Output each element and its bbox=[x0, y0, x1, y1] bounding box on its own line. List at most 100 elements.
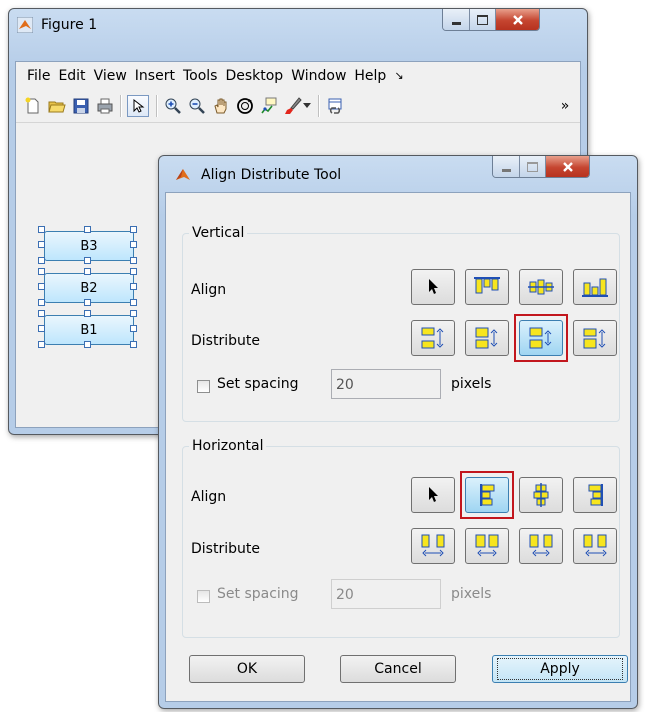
selection-handle[interactable] bbox=[38, 341, 45, 348]
save-icon[interactable] bbox=[70, 95, 92, 117]
vertical-distribute-bottom-button[interactable] bbox=[573, 320, 617, 356]
vertical-distribute-top-button[interactable] bbox=[411, 320, 455, 356]
figure-titlebar[interactable]: Figure 1 bbox=[9, 9, 587, 43]
selection-handle[interactable] bbox=[84, 341, 91, 348]
close-button[interactable] bbox=[496, 9, 539, 30]
horizontal-distribute-right-button[interactable] bbox=[573, 528, 617, 564]
selection-handle[interactable] bbox=[84, 226, 91, 233]
dialog-maximize-button[interactable] bbox=[520, 156, 546, 177]
figure-menubar: File Edit View Insert Tools Desktop Wind… bbox=[16, 62, 580, 90]
figure-toolbar: » bbox=[16, 90, 580, 123]
cancel-button[interactable]: Cancel bbox=[340, 655, 456, 683]
selection-handle[interactable] bbox=[130, 283, 137, 290]
vertical-set-spacing-label[interactable]: Set spacing bbox=[217, 376, 299, 392]
horizontal-distribute-gap-button[interactable] bbox=[519, 528, 563, 564]
horizontal-group: Horizontal Align Distribute Set spacing … bbox=[182, 438, 620, 638]
menu-window[interactable]: Window bbox=[287, 62, 350, 90]
cancel-button-label: Cancel bbox=[374, 661, 422, 677]
selection-handle[interactable] bbox=[130, 226, 137, 233]
selection-handle[interactable] bbox=[38, 299, 45, 306]
distribute-vertical-icon bbox=[421, 327, 444, 349]
horizontal-distribute-label: Distribute bbox=[191, 541, 260, 557]
zoom-in-icon[interactable] bbox=[162, 95, 184, 117]
vertical-align-top-button[interactable] bbox=[465, 269, 509, 305]
menu-overflow-icon[interactable]: ↘ bbox=[390, 62, 407, 90]
selection-handle[interactable] bbox=[130, 299, 137, 306]
minimize-icon bbox=[501, 169, 511, 172]
horizontal-align-center-button[interactable] bbox=[519, 477, 563, 513]
selection-handle[interactable] bbox=[130, 257, 137, 264]
selection-handle[interactable] bbox=[84, 299, 91, 306]
selection-handle[interactable] bbox=[38, 257, 45, 264]
print-icon[interactable] bbox=[94, 95, 116, 117]
vertical-align-none-button[interactable] bbox=[411, 269, 455, 305]
selection-handle[interactable] bbox=[130, 341, 137, 348]
brush-dropdown-icon[interactable] bbox=[302, 95, 312, 117]
menu-edit[interactable]: Edit bbox=[54, 62, 89, 90]
menu-view[interactable]: View bbox=[90, 62, 131, 90]
minimize-button[interactable] bbox=[443, 9, 470, 30]
matlab-logo-icon bbox=[16, 16, 34, 34]
brush-icon[interactable] bbox=[282, 95, 304, 117]
rotate-3d-icon[interactable] bbox=[234, 95, 256, 117]
vertical-group: Vertical Align Distribute Set spacing 20… bbox=[182, 225, 620, 422]
selection-handle[interactable] bbox=[38, 310, 45, 317]
horizontal-spacing-input[interactable]: 20 bbox=[331, 579, 441, 609]
horizontal-distribute-left-button[interactable] bbox=[411, 528, 455, 564]
align-right-icon bbox=[588, 484, 603, 506]
selection-handle[interactable] bbox=[84, 268, 91, 275]
open-file-icon[interactable] bbox=[46, 95, 68, 117]
menu-insert[interactable]: Insert bbox=[131, 62, 179, 90]
dialog-titlebar[interactable]: Align Distribute Tool bbox=[159, 156, 637, 190]
data-cursor-icon[interactable] bbox=[258, 95, 280, 117]
selection-handle[interactable] bbox=[130, 310, 137, 317]
menu-desktop[interactable]: Desktop bbox=[221, 62, 287, 90]
horizontal-group-label: Horizontal bbox=[189, 438, 267, 454]
vertical-align-middle-button[interactable] bbox=[519, 269, 563, 305]
selection-handle[interactable] bbox=[130, 268, 137, 275]
selection-handle[interactable] bbox=[38, 241, 45, 248]
vertical-group-label: Vertical bbox=[189, 225, 248, 241]
pan-hand-icon[interactable] bbox=[210, 95, 232, 117]
align-bottom-icon bbox=[582, 278, 608, 297]
horizontal-set-spacing-label[interactable]: Set spacing bbox=[217, 586, 299, 602]
dialog-minimize-button[interactable] bbox=[493, 156, 520, 177]
arrow-pointer-icon bbox=[429, 279, 438, 294]
selection-handle[interactable] bbox=[84, 310, 91, 317]
selection-handle[interactable] bbox=[130, 241, 137, 248]
distribute-horizontal-icon bbox=[421, 534, 445, 557]
horizontal-align-none-button[interactable] bbox=[411, 477, 455, 513]
horizontal-align-right-button[interactable] bbox=[573, 477, 617, 513]
selection-handle[interactable] bbox=[38, 226, 45, 233]
selection-handle[interactable] bbox=[130, 325, 137, 332]
horizontal-set-spacing-checkbox[interactable] bbox=[197, 590, 210, 603]
maximize-icon bbox=[527, 161, 538, 172]
distribute-vertical-icon bbox=[475, 327, 498, 349]
zoom-out-icon[interactable] bbox=[186, 95, 208, 117]
maximize-button[interactable] bbox=[470, 9, 496, 30]
selection-handle[interactable] bbox=[38, 325, 45, 332]
edit-plot-arrow-icon[interactable] bbox=[127, 95, 149, 117]
toolbar-overflow-icon[interactable]: » bbox=[554, 95, 576, 117]
selection-handle[interactable] bbox=[38, 268, 45, 275]
selection-handle[interactable] bbox=[38, 283, 45, 290]
vertical-distribute-middle-button[interactable] bbox=[465, 320, 509, 356]
horizontal-distribute-center-button[interactable] bbox=[465, 528, 509, 564]
vertical-align-bottom-button[interactable] bbox=[573, 269, 617, 305]
apply-button[interactable]: Apply bbox=[492, 655, 628, 683]
link-plot-icon[interactable] bbox=[324, 95, 346, 117]
align-middle-icon bbox=[528, 279, 554, 295]
ok-button[interactable]: OK bbox=[189, 655, 305, 683]
horizontal-align-label: Align bbox=[191, 489, 227, 505]
dialog-close-button[interactable] bbox=[546, 156, 589, 177]
distribute-horizontal-icon bbox=[583, 534, 607, 557]
menu-help[interactable]: Help bbox=[350, 62, 390, 90]
vertical-align-label: Align bbox=[191, 282, 227, 298]
selection-handle[interactable] bbox=[84, 257, 91, 264]
close-icon bbox=[512, 14, 523, 25]
menu-tools[interactable]: Tools bbox=[179, 62, 222, 90]
vertical-spacing-input[interactable]: 20 bbox=[331, 369, 441, 399]
menu-file[interactable]: File bbox=[23, 62, 54, 90]
new-figure-icon[interactable] bbox=[22, 95, 44, 117]
vertical-set-spacing-checkbox[interactable] bbox=[197, 380, 210, 393]
